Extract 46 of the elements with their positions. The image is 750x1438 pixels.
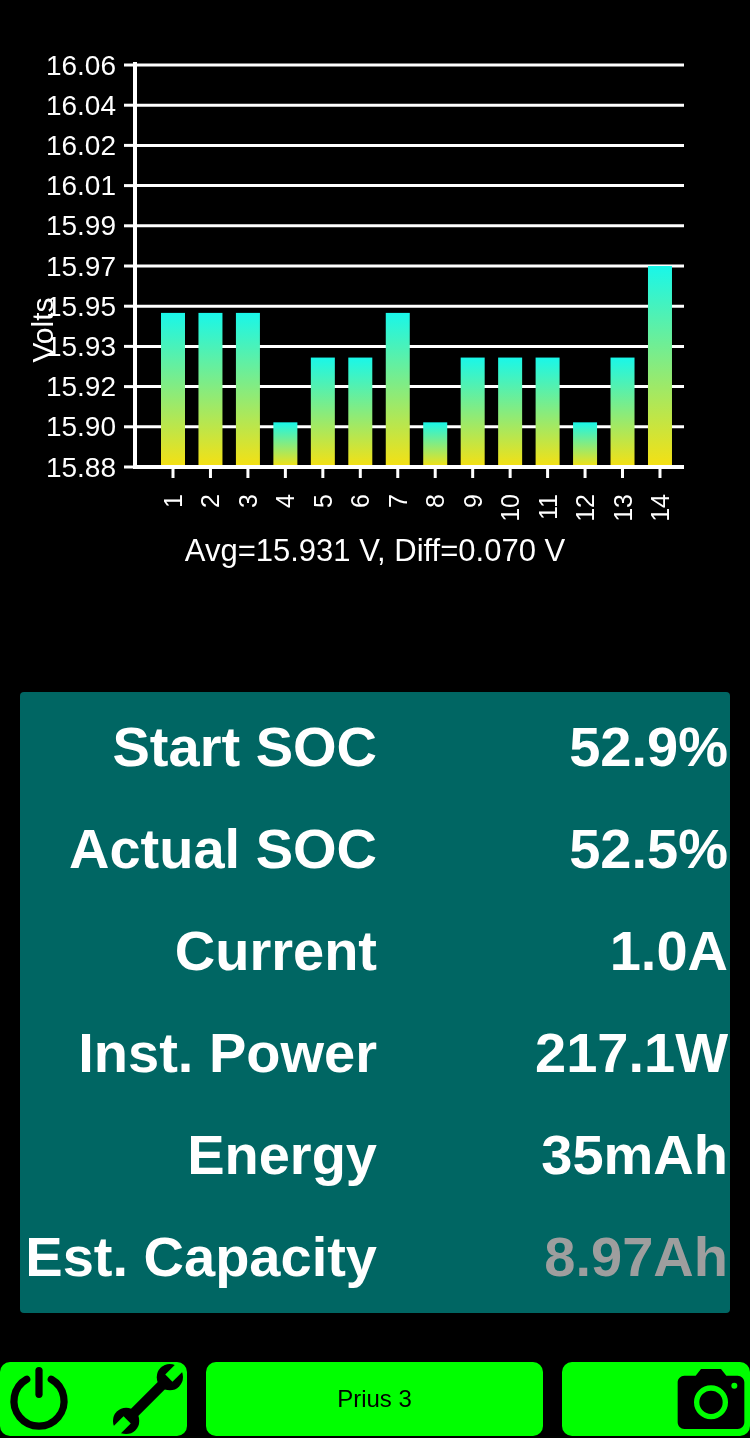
bar xyxy=(273,422,298,467)
reading-label: Inst. Power xyxy=(78,1020,377,1087)
wrench-icon xyxy=(113,1364,183,1434)
camera-button[interactable] xyxy=(562,1362,750,1436)
vehicle-button[interactable]: Prius 3 xyxy=(206,1362,543,1436)
x-tick-label: 8 xyxy=(421,494,450,508)
x-tick-label: 4 xyxy=(271,494,300,508)
x-tick-label: 1 xyxy=(159,494,187,508)
bar xyxy=(423,422,448,467)
power-icon xyxy=(8,1367,70,1431)
x-tick-label: 14 xyxy=(646,494,674,522)
reading-value: 35mAh xyxy=(541,1122,728,1189)
reading-value: 217.1W xyxy=(535,1020,728,1087)
x-tick-label: 2 xyxy=(196,494,225,508)
x-tick-label: 3 xyxy=(233,494,262,508)
y-tick-label: 16.04 xyxy=(45,89,116,121)
reading-label: Energy xyxy=(187,1122,377,1189)
reading-label: Current xyxy=(174,918,377,985)
reading-label: Start SOC xyxy=(112,714,377,781)
y-tick-label: 15.97 xyxy=(45,250,116,282)
x-tick-label: 5 xyxy=(308,494,337,508)
y-tick-label: 16.01 xyxy=(45,170,116,202)
x-tick-label: 9 xyxy=(458,494,487,508)
settings-button[interactable] xyxy=(113,1364,183,1434)
x-tick-label: 11 xyxy=(533,494,562,520)
x-axis-title: Avg=15.931 V, Diff=0.070 V xyxy=(184,532,566,568)
y-tick-label: 16.06 xyxy=(45,49,116,81)
power-button[interactable] xyxy=(8,1367,70,1431)
y-tick-label: 15.92 xyxy=(45,371,116,403)
reading-value: 1.0A xyxy=(609,918,728,985)
x-tick-label: 6 xyxy=(346,494,375,508)
y-tick-label: 15.99 xyxy=(45,210,116,242)
bar xyxy=(573,422,598,467)
y-tick-label: 16.02 xyxy=(45,129,116,161)
reading-value: 8.97Ah xyxy=(544,1224,728,1291)
x-tick-label: 10 xyxy=(496,494,525,522)
reading-value: 52.9% xyxy=(569,714,728,781)
x-tick-label: 12 xyxy=(571,494,600,522)
camera-icon xyxy=(677,1369,745,1429)
reading-value: 52.5% xyxy=(569,816,728,883)
y-tick-label: 15.90 xyxy=(45,411,116,443)
y-tick-label: 15.88 xyxy=(45,451,116,483)
x-tick-label: 13 xyxy=(608,494,637,522)
x-tick-label: 7 xyxy=(383,494,412,508)
reading-label: Est. Capacity xyxy=(25,1224,377,1291)
reading-label: Actual SOC xyxy=(68,816,377,883)
